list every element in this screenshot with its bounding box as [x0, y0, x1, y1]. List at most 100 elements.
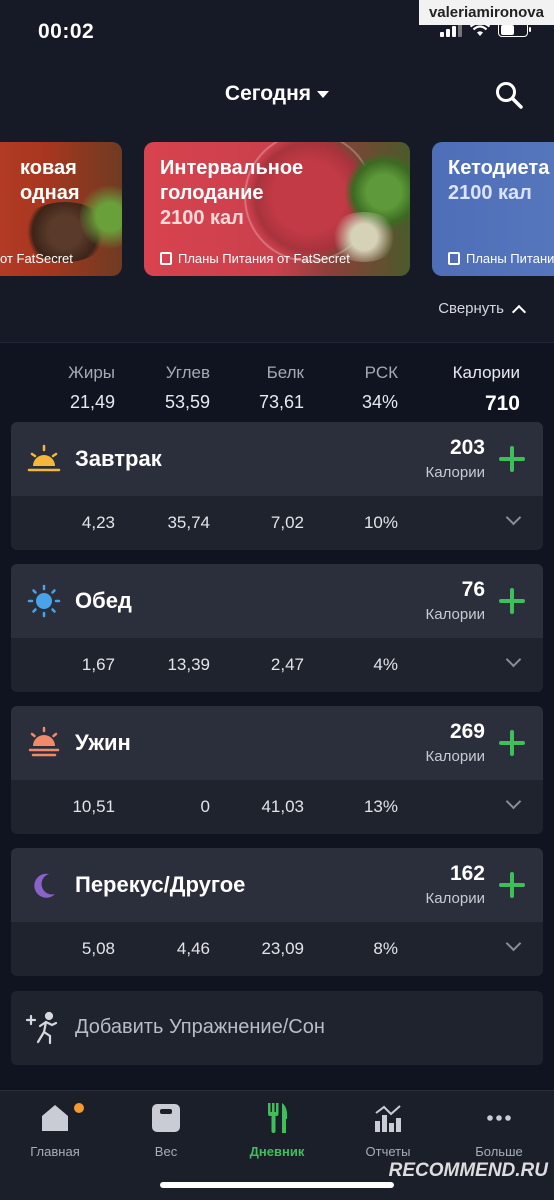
chevron-up-icon: [511, 304, 527, 319]
total-protein-label: Белк: [266, 363, 304, 382]
sun-icon: [27, 584, 61, 618]
total-rdi-label: РСК: [364, 363, 398, 382]
meal-rdi: 4%: [373, 655, 398, 674]
meal-name: Завтрак: [75, 446, 162, 471]
plan-title: голодание: [160, 182, 264, 204]
daily-totals: Жиры 21,49 Углев 53,59 Белк 73,61 РСК 34% Ка…: [0, 342, 554, 430]
moon-icon: [34, 873, 55, 898]
meal-carbs: 13,39: [167, 655, 210, 674]
plan-title: Кетодиета: [448, 157, 550, 179]
home-indicator[interactable]: [160, 1182, 394, 1188]
chevron-down-icon[interactable]: [505, 509, 522, 526]
fork-knife-icon: [268, 1103, 288, 1133]
meal-protein: 2,47: [270, 655, 304, 674]
total-carbs: Углев 53,59: [165, 363, 210, 413]
user-watermark: valeriamironova: [418, 0, 554, 25]
tab-label: Вес: [154, 1144, 178, 1159]
meal-calories: 269: [449, 720, 485, 743]
site-watermark: RECOMMEND.RU: [388, 1160, 548, 1181]
plan-kcal: 2100 кал: [448, 182, 532, 204]
plan-title: Интервальное: [160, 157, 304, 179]
meal-lunch[interactable]: Обед 76 Калории 1,67 13,39 2,47 4%: [11, 564, 543, 692]
chevron-down-icon[interactable]: [505, 793, 522, 810]
sunrise-icon: [27, 444, 61, 472]
plan-footer: Планы Питания от FatSecret: [178, 251, 350, 266]
plan-card[interactable]: Кетодиета 2100 кал Планы Питания: [432, 142, 554, 276]
total-protein-value: 73,61: [258, 392, 304, 412]
meal-name: Ужин: [75, 730, 131, 755]
meal-calories: 203: [449, 436, 485, 459]
meal-rdi: 13%: [363, 797, 398, 816]
running-icon: [25, 1011, 58, 1045]
app-header: Сегодня: [0, 68, 554, 124]
meal-fat: 5,08: [81, 939, 115, 958]
tab-more[interactable]: Больше: [444, 1101, 554, 1159]
collapse-label: Свернуть: [438, 300, 504, 317]
meal-calories-label: Калории: [425, 464, 485, 481]
meal-rdi: 8%: [373, 939, 398, 958]
notification-dot: [74, 1103, 84, 1113]
meal-calories: 76: [461, 578, 485, 601]
add-food-button[interactable]: [499, 446, 525, 472]
meal-snack[interactable]: Перекус/Другое 162 Калории 5,08 4,46 23,…: [11, 848, 543, 976]
tab-label: Больше: [475, 1144, 523, 1159]
total-fat-label: Жиры: [68, 363, 115, 382]
total-calories-value: 710: [484, 392, 520, 415]
meal-fat: 10,51: [72, 797, 115, 816]
meal-calories: 162: [449, 862, 485, 885]
date-selector-label: Сегодня: [224, 82, 312, 105]
meal-name: Перекус/Другое: [75, 872, 246, 897]
map-icon: [448, 252, 460, 265]
meal-calories-label: Калории: [425, 748, 485, 765]
date-selector[interactable]: Сегодня: [0, 82, 554, 106]
meal-fat: 1,67: [81, 655, 115, 674]
meal-protein: 7,02: [270, 513, 304, 532]
tab-diary[interactable]: Дневник: [222, 1101, 332, 1159]
collapse-button[interactable]: Свернуть: [438, 300, 527, 319]
plan-footer: Планы Питания: [466, 251, 554, 266]
tab-weight[interactable]: Вес: [111, 1101, 221, 1159]
meal-carbs: 4,46: [176, 939, 210, 958]
total-carbs-value: 53,59: [164, 392, 210, 412]
status-time: 00:02: [38, 20, 95, 43]
total-calories-label: Калории: [452, 363, 520, 382]
add-food-button[interactable]: [499, 872, 525, 898]
add-exercise-button[interactable]: Добавить Упражнение/Сон: [11, 991, 543, 1065]
meal-name: Обед: [75, 588, 132, 613]
more-icon: [487, 1115, 511, 1121]
plan-kcal: 2100 кал: [160, 207, 244, 229]
meal-rdi: 10%: [363, 513, 398, 532]
meal-calories-label: Калории: [425, 890, 485, 907]
total-protein: Белк 73,61: [259, 363, 304, 413]
total-carbs-label: Углев: [165, 363, 210, 382]
plan-title: ковая: [20, 157, 77, 179]
total-fat-value: 21,49: [69, 392, 115, 412]
chevron-down-icon[interactable]: [505, 651, 522, 668]
tab-home[interactable]: Главная: [0, 1101, 110, 1159]
add-exercise-label: Добавить Упражнение/Сон: [75, 1016, 325, 1038]
total-fat: Жиры 21,49: [68, 363, 115, 413]
chevron-down-icon[interactable]: [505, 935, 522, 952]
total-calories: Калории 710: [453, 363, 520, 416]
caret-down-icon: [317, 90, 330, 98]
home-icon: [42, 1105, 68, 1131]
meal-plans-carousel[interactable]: ковая одная от FatSecret Интервальное голо…: [0, 124, 554, 342]
tab-label: Дневник: [249, 1144, 305, 1159]
add-food-button[interactable]: [499, 730, 525, 756]
plan-card[interactable]: Интервальное голодание 2100 кал Планы Пита…: [144, 142, 410, 276]
map-icon: [160, 252, 172, 265]
plan-card[interactable]: ковая одная от FatSecret: [0, 142, 122, 276]
meal-protein: 41,03: [261, 797, 304, 816]
meal-carbs: 0: [200, 797, 210, 816]
add-food-button[interactable]: [499, 588, 525, 614]
tab-label: Отчеты: [365, 1144, 411, 1159]
search-icon[interactable]: [494, 80, 524, 110]
tab-reports[interactable]: Отчеты: [333, 1101, 443, 1159]
meal-carbs: 35,74: [167, 513, 210, 532]
chart-icon: [375, 1105, 401, 1132]
meal-calories-label: Калории: [425, 606, 485, 623]
meal-protein: 23,09: [261, 939, 304, 958]
meal-dinner[interactable]: Ужин 269 Калории 10,51 0 41,03 13%: [11, 706, 543, 834]
meal-breakfast[interactable]: Завтрак 203 Калории 4,23 35,74 7,02 10%: [11, 422, 543, 550]
meal-fat: 4,23: [81, 513, 115, 532]
